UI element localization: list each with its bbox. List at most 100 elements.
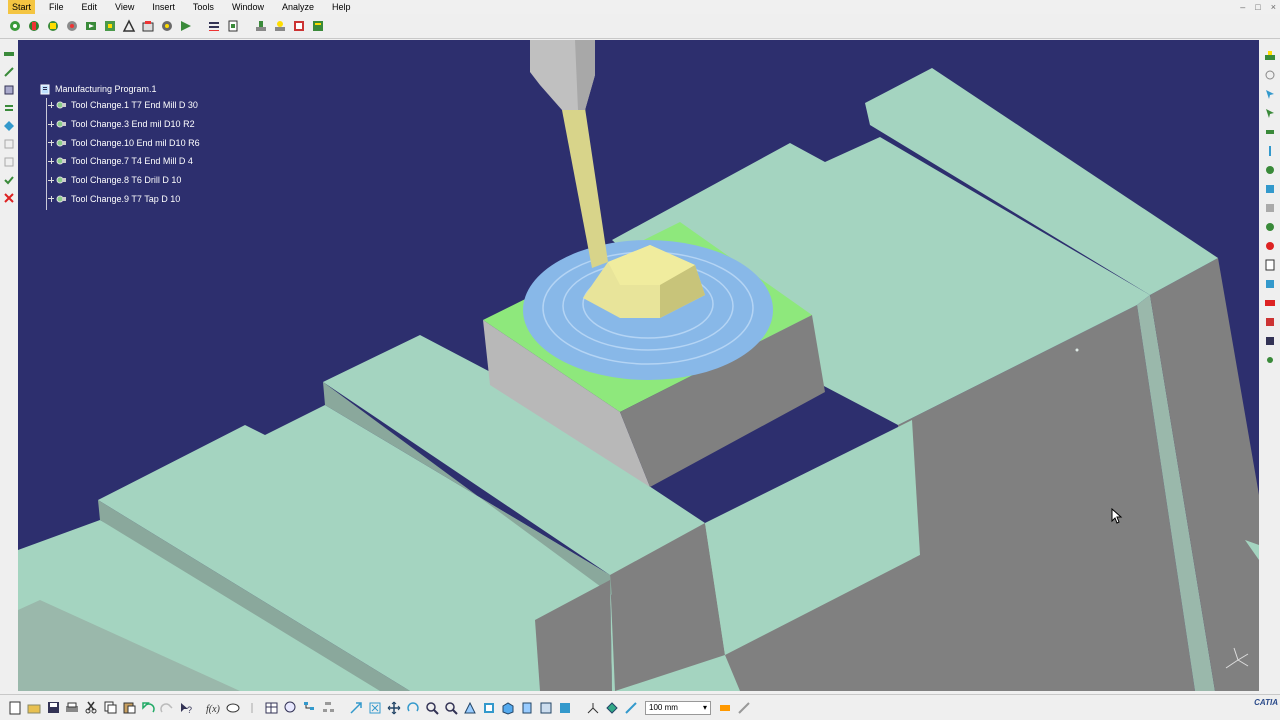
menu-tools[interactable]: Tools — [193, 0, 214, 14]
nc-output-icon[interactable] — [1263, 295, 1277, 311]
expand-icon[interactable] — [48, 121, 54, 128]
restore-icon[interactable]: □ — [1255, 2, 1260, 12]
pan-icon[interactable] — [385, 699, 403, 717]
check-icon[interactable] — [2, 172, 16, 188]
normal-view-icon[interactable] — [461, 699, 479, 717]
expand-icon[interactable] — [48, 195, 54, 202]
measure-icon[interactable] — [556, 699, 574, 717]
menu-start[interactable]: Start — [8, 0, 36, 14]
output-icon[interactable] — [309, 17, 327, 35]
menu-insert[interactable]: Insert — [152, 0, 175, 14]
compute-icon[interactable] — [158, 17, 176, 35]
toolpath-edit-icon[interactable] — [1263, 181, 1277, 197]
green-check-icon[interactable] — [1263, 219, 1277, 235]
diamond-icon[interactable] — [2, 118, 16, 134]
axis-icon[interactable] — [2, 64, 16, 80]
table-icon[interactable] — [262, 699, 280, 717]
drill-icon[interactable] — [1263, 143, 1277, 159]
save-icon[interactable] — [1263, 333, 1277, 349]
machine-rotary-icon[interactable] — [1263, 67, 1277, 83]
ruler-icon[interactable] — [2, 46, 16, 62]
document-icon[interactable] — [1263, 257, 1277, 273]
comment-icon[interactable] — [224, 699, 242, 717]
zoom-unit-icon[interactable] — [622, 699, 640, 717]
swap-icon[interactable] — [537, 699, 555, 717]
tool-path-icon[interactable] — [120, 17, 138, 35]
tree-item[interactable]: Tool Change.7 T4 End Mill D 4 — [40, 152, 200, 171]
whats-this-icon[interactable]: ? — [177, 699, 195, 717]
operation-icon[interactable] — [271, 17, 289, 35]
menu-help[interactable]: Help — [332, 0, 351, 14]
snap-icon[interactable] — [603, 699, 621, 717]
wrench-icon[interactable] — [1263, 352, 1277, 368]
expand-icon[interactable] — [48, 177, 54, 184]
tree-item[interactable]: Tool Change.3 End mil D10 R2 — [40, 115, 200, 134]
settings-icon[interactable] — [44, 17, 62, 35]
hierarchy-icon[interactable] — [319, 699, 337, 717]
cut-icon[interactable] — [82, 699, 100, 717]
stock-icon[interactable] — [139, 17, 157, 35]
zoom-unit-select[interactable]: 100 mm ▾ — [645, 700, 711, 715]
layer-icon[interactable] — [2, 100, 16, 116]
knowledge-icon[interactable] — [281, 699, 299, 717]
copy-icon[interactable] — [101, 699, 119, 717]
menu-file[interactable]: File — [49, 0, 64, 14]
gear-icon[interactable] — [63, 17, 81, 35]
open-icon[interactable] — [25, 699, 43, 717]
compass-icon[interactable] — [1222, 644, 1252, 672]
feature-icon[interactable] — [2, 154, 16, 170]
grid-icon[interactable] — [2, 136, 16, 152]
minimize-icon[interactable]: – — [1240, 2, 1245, 12]
paste-icon[interactable] — [120, 699, 138, 717]
rotate-icon[interactable] — [404, 699, 422, 717]
3d-viewport[interactable]: Manufacturing Program.1 Tool Change.1 T7… — [18, 40, 1259, 691]
simulate-icon[interactable] — [101, 17, 119, 35]
replay-icon[interactable] — [82, 17, 100, 35]
report-icon[interactable] — [224, 17, 242, 35]
tree-root[interactable]: Manufacturing Program.1 — [40, 82, 200, 96]
program-icon[interactable] — [290, 17, 308, 35]
hide-show-icon[interactable] — [518, 699, 536, 717]
refresh-icon[interactable] — [25, 17, 43, 35]
menu-window[interactable]: Window — [232, 0, 264, 14]
redo-icon[interactable] — [158, 699, 176, 717]
list-icon[interactable] — [205, 17, 223, 35]
fit-all-icon[interactable] — [366, 699, 384, 717]
tree-icon[interactable] — [300, 699, 318, 717]
tree-item[interactable]: Tool Change.9 T7 Tap D 10 — [40, 189, 200, 208]
menu-view[interactable]: View — [115, 0, 134, 14]
tool-assembly-icon[interactable] — [1263, 162, 1277, 178]
zoom-in-icon[interactable] — [423, 699, 441, 717]
new-icon[interactable] — [6, 699, 24, 717]
rule-icon[interactable] — [243, 699, 261, 717]
select-icon[interactable] — [584, 699, 602, 717]
annotation-icon[interactable] — [735, 699, 753, 717]
print-icon[interactable] — [63, 699, 81, 717]
pointer-icon[interactable] — [1263, 105, 1277, 121]
update-icon[interactable] — [6, 17, 24, 35]
save-icon[interactable] — [44, 699, 62, 717]
expand-icon[interactable] — [48, 102, 54, 109]
formula-icon[interactable]: f(x) — [205, 699, 223, 717]
tree-item[interactable]: Tool Change.10 End mil D10 R6 — [40, 133, 200, 152]
tree-item[interactable]: Tool Change.8 T6 Drill D 10 — [40, 171, 200, 190]
plane-icon[interactable] — [2, 82, 16, 98]
part-operation-icon[interactable] — [1263, 48, 1277, 64]
fly-icon[interactable] — [347, 699, 365, 717]
home-icon[interactable] — [1263, 200, 1277, 216]
expand-icon[interactable] — [48, 158, 54, 165]
ruler-icon[interactable] — [716, 699, 734, 717]
render-icon[interactable] — [499, 699, 517, 717]
probe-icon[interactable] — [1263, 124, 1277, 140]
menu-analyze[interactable]: Analyze — [282, 0, 314, 14]
zoom-out-icon[interactable] — [442, 699, 460, 717]
delete-icon[interactable] — [2, 190, 16, 206]
view-icon[interactable] — [480, 699, 498, 717]
report-red-icon[interactable] — [1263, 314, 1277, 330]
undo-icon[interactable] — [139, 699, 157, 717]
close-icon[interactable]: × — [1271, 2, 1276, 12]
tree-item[interactable]: Tool Change.1 T7 End Mill D 30 — [40, 96, 200, 115]
arrow-icon[interactable] — [1263, 86, 1277, 102]
expand-icon[interactable] — [48, 139, 54, 146]
chip-icon[interactable] — [1263, 276, 1277, 292]
